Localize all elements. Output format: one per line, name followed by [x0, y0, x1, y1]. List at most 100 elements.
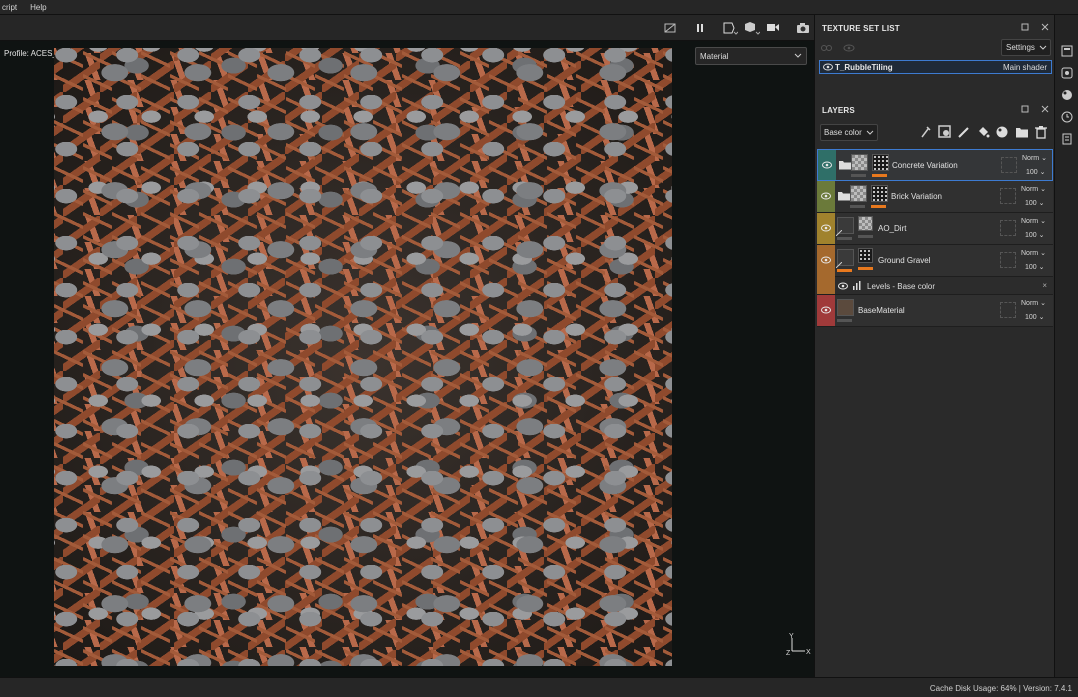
- blend-mode-value: Norm: [1021, 186, 1039, 193]
- axis-gizmo: Y Z X: [786, 631, 812, 657]
- smart-material-icon[interactable]: [995, 125, 1009, 139]
- levels-icon: [853, 281, 861, 290]
- dock-icon-strip: [1054, 15, 1078, 677]
- eye-icon[interactable]: [821, 192, 831, 200]
- opacity-field[interactable]: 100 ⌄: [1025, 313, 1045, 321]
- eye-icon[interactable]: [821, 306, 831, 314]
- opacity-field[interactable]: 100 ⌄: [1025, 199, 1045, 207]
- add-folder-icon[interactable]: [1015, 125, 1029, 139]
- mask-thumbnail[interactable]: [872, 154, 889, 171]
- eye-icon[interactable]: [823, 63, 833, 71]
- mask-indicator: [872, 174, 887, 177]
- blend-toggle-box[interactable]: [1000, 220, 1016, 236]
- opacity-value: 100: [1025, 264, 1037, 271]
- texture-set-list-header: TEXTURE SET LIST: [815, 17, 1055, 39]
- log-icon[interactable]: [1061, 133, 1073, 145]
- add-effect-icon[interactable]: [919, 125, 933, 139]
- layer-row-ground-gravel[interactable]: Ground Gravel Norm ⌄ 100 ⌄: [817, 245, 1053, 295]
- blend-mode-dropdown[interactable]: Norm ⌄: [1021, 217, 1046, 225]
- camera-video-icon[interactable]: [766, 20, 782, 36]
- add-mask-icon[interactable]: [938, 125, 952, 139]
- eye-outline-icon[interactable]: [843, 44, 855, 52]
- mask-thumbnail[interactable]: [858, 216, 873, 231]
- layer-row-ao-dirt[interactable]: AO_Dirt Norm ⌄ 100 ⌄: [817, 213, 1053, 245]
- opacity-field[interactable]: 100 ⌄: [1026, 168, 1046, 176]
- mask-indicator: [871, 205, 886, 208]
- channel-value: Base color: [824, 128, 862, 137]
- layer-row-concrete-variation[interactable]: Concrete Variation Norm ⌄ 100 ⌄: [817, 149, 1053, 181]
- view-mode-value: Material: [700, 51, 729, 61]
- channel-dropdown[interactable]: Base color: [820, 124, 878, 141]
- layer-row-brick-variation[interactable]: Brick Variation Norm ⌄ 100 ⌄: [817, 181, 1053, 213]
- layer-name: AO_Dirt: [878, 224, 907, 233]
- blend-toggle-box[interactable]: [1000, 302, 1016, 318]
- paint-layer-icon[interactable]: [957, 125, 971, 139]
- pause-icon[interactable]: [692, 20, 708, 36]
- history-icon[interactable]: [1061, 111, 1073, 123]
- close-icon[interactable]: [1041, 23, 1049, 31]
- eye-icon[interactable]: [821, 256, 831, 264]
- link-icon[interactable]: [821, 44, 833, 52]
- cube-view-icon[interactable]: [744, 20, 760, 36]
- layer-row-basematerial[interactable]: BaseMaterial Norm ⌄ 100 ⌄: [817, 295, 1053, 327]
- right-panel: TEXTURE SET LIST Settings T_RubbleTiling…: [814, 15, 1054, 677]
- thumbnail-indicator: [837, 237, 852, 240]
- texture-preview[interactable]: [54, 48, 672, 666]
- layer-name: BaseMaterial: [858, 306, 905, 315]
- blend-toggle-box[interactable]: [1000, 252, 1016, 268]
- opacity-field[interactable]: 100 ⌄: [1025, 231, 1045, 239]
- blend-toggle-box[interactable]: [1000, 188, 1016, 204]
- settings-dropdown[interactable]: Settings: [1001, 39, 1051, 56]
- mask-indicator: [858, 267, 873, 270]
- paint-brush-icon: [836, 262, 842, 268]
- eye-icon[interactable]: [822, 161, 832, 169]
- opacity-value: 100: [1026, 169, 1038, 176]
- opacity-field[interactable]: 100 ⌄: [1025, 263, 1045, 271]
- chevron-down-icon: [1039, 45, 1047, 50]
- 2d-viewport[interactable]: Profile: ACES_UE4_Log Material Y Z X: [0, 41, 814, 677]
- remove-effect-icon[interactable]: ×: [1042, 281, 1047, 290]
- menu-item-script[interactable]: cript: [2, 3, 17, 12]
- mask-thumbnail[interactable]: [871, 185, 888, 202]
- screenshot-camera-icon[interactable]: [795, 20, 811, 36]
- blend-mode-dropdown[interactable]: Norm ⌄: [1021, 299, 1046, 307]
- undock-icon[interactable]: [1021, 23, 1029, 31]
- eye-icon[interactable]: [838, 282, 848, 290]
- close-icon[interactable]: [1041, 105, 1049, 113]
- layers-title: LAYERS: [822, 105, 855, 115]
- thumbnail-indicator: [851, 174, 866, 177]
- menu-item-help[interactable]: Help: [30, 3, 46, 12]
- blend-mode-dropdown[interactable]: Norm ⌄: [1021, 185, 1046, 193]
- shader-settings-icon[interactable]: [1061, 89, 1073, 101]
- thumbnail-indicator: [837, 319, 852, 322]
- mask-thumbnail[interactable]: [858, 248, 873, 263]
- opacity-value: 100: [1025, 232, 1037, 239]
- shader-name[interactable]: Main shader: [1003, 63, 1047, 72]
- blend-mode-value: Norm: [1021, 250, 1039, 257]
- display-mode-icon[interactable]: [722, 20, 738, 36]
- effect-row-levels[interactable]: Levels - Base color ×: [817, 277, 1053, 295]
- layer-thumbnail: [837, 299, 854, 316]
- texture-set-settings-icon[interactable]: [1061, 45, 1073, 57]
- layer-thumbnail: [850, 185, 867, 202]
- display-settings-icon[interactable]: [1061, 67, 1073, 79]
- blend-toggle-box[interactable]: [1001, 157, 1017, 173]
- layer-name: Ground Gravel: [878, 256, 931, 265]
- texture-set-row[interactable]: T_RubbleTiling Main shader: [819, 60, 1052, 74]
- texture-set-toolbar: Settings: [815, 39, 1055, 59]
- eye-icon[interactable]: [821, 224, 831, 232]
- blend-mode-dropdown[interactable]: Norm ⌄: [1021, 249, 1046, 257]
- blend-mode-dropdown[interactable]: Norm ⌄: [1022, 154, 1047, 162]
- folder-icon: [838, 192, 850, 201]
- blend-mode-value: Norm: [1021, 218, 1039, 225]
- view-mode-dropdown[interactable]: Material: [695, 47, 807, 65]
- layer-thumbnail: [851, 154, 868, 171]
- delete-layer-icon[interactable]: [1034, 125, 1048, 139]
- chevron-down-icon: [794, 53, 802, 58]
- menu-bar: cript Help: [0, 0, 1078, 15]
- hide-ui-icon[interactable]: [662, 20, 678, 36]
- effect-name: Levels - Base color: [867, 282, 936, 291]
- layer-color-bar: [817, 277, 835, 294]
- fill-layer-icon[interactable]: [976, 125, 990, 139]
- undock-icon[interactable]: [1021, 105, 1029, 113]
